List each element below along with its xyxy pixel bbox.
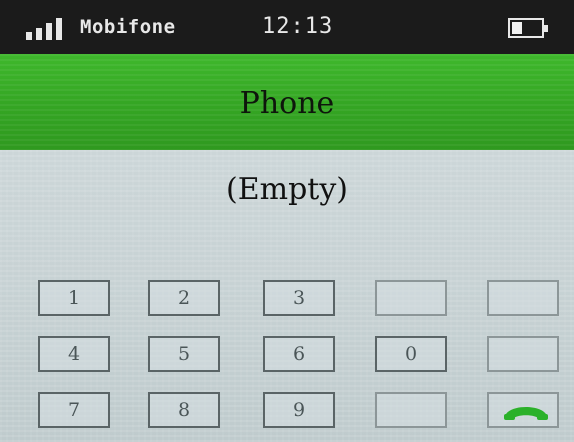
key-7[interactable]: 7 <box>38 392 110 428</box>
carrier-name: Mobifone <box>80 16 176 38</box>
key-blank[interactable] <box>487 280 559 316</box>
key-6[interactable]: 6 <box>263 336 335 372</box>
main-content: (Empty) 1 2 3 4 5 6 0 7 8 9 <box>0 150 574 442</box>
status-time: 12:13 <box>262 14 334 39</box>
key-1[interactable]: 1 <box>38 280 110 316</box>
key-2[interactable]: 2 <box>148 280 220 316</box>
key-4[interactable]: 4 <box>38 336 110 372</box>
page-title: Phone <box>239 86 335 121</box>
phone-screen: Mobifone 12:13 Phone (Empty) 1 2 3 4 5 6… <box>0 0 574 442</box>
call-button[interactable] <box>487 392 559 428</box>
empty-state-label: (Empty) <box>226 172 348 207</box>
key-blank[interactable] <box>375 280 447 316</box>
signal-strength-icon <box>26 18 68 40</box>
phone-handset-icon <box>504 407 548 420</box>
status-bar: Mobifone 12:13 <box>0 0 574 54</box>
key-blank[interactable] <box>375 392 447 428</box>
key-3[interactable]: 3 <box>263 280 335 316</box>
key-8[interactable]: 8 <box>148 392 220 428</box>
key-5[interactable]: 5 <box>148 336 220 372</box>
battery-level <box>512 22 522 34</box>
key-0[interactable]: 0 <box>375 336 447 372</box>
title-bar: Phone <box>0 54 574 150</box>
key-9[interactable]: 9 <box>263 392 335 428</box>
key-blank[interactable] <box>487 336 559 372</box>
battery-icon <box>508 18 548 38</box>
